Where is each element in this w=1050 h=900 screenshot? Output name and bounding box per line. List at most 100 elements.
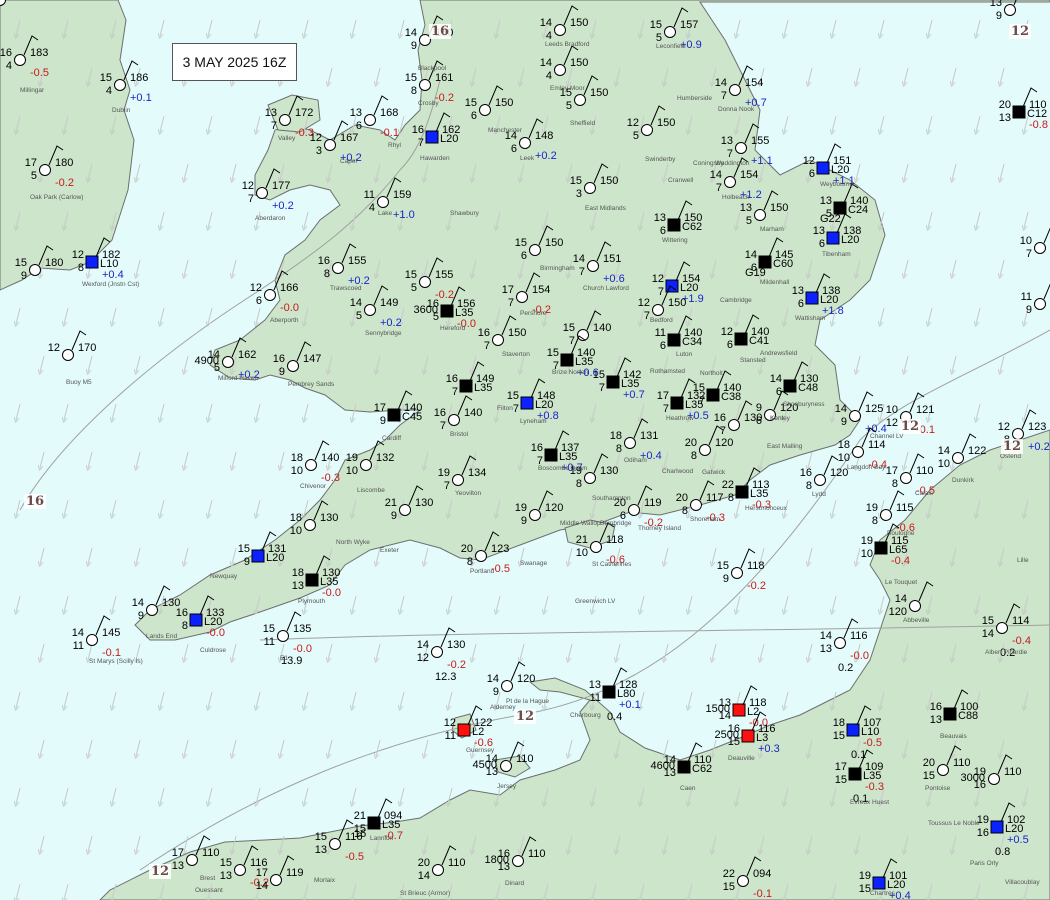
station-symbol <box>425 130 439 144</box>
place-name: Deauville <box>728 755 755 762</box>
pressure: 155 <box>751 135 769 147</box>
temperature: 13 <box>721 135 733 147</box>
pressure: 180 <box>45 257 63 269</box>
station-symbol <box>39 164 51 176</box>
temperature: 15 <box>15 257 27 269</box>
pressure: 130 <box>600 465 618 477</box>
temperature: 20 <box>999 99 1011 111</box>
place-name: Paris Orly <box>970 860 999 867</box>
isobar-label: 16 <box>431 24 449 39</box>
pressure: 147 <box>303 353 321 365</box>
temperature: 12 <box>310 132 322 144</box>
temperature: 17 <box>835 761 847 773</box>
temperature: 19 <box>859 870 871 882</box>
station-symbol <box>952 452 964 464</box>
dewpoint: 4 <box>546 70 552 82</box>
pressure: 117 <box>706 492 724 504</box>
temperature: 20 <box>676 492 688 504</box>
place-name: Cherbourg <box>570 712 601 719</box>
extra-value: 12.3 <box>435 671 456 683</box>
station-symbol <box>735 485 749 499</box>
station-symbol <box>329 838 341 850</box>
place-name: Millingar <box>20 87 45 94</box>
temperature: 16 <box>446 373 458 385</box>
station-symbol <box>270 874 282 886</box>
dewpoint: 11 <box>445 730 456 742</box>
dewpoint: 4 <box>369 202 375 214</box>
station-symbol <box>305 459 317 471</box>
station-symbol <box>501 680 513 692</box>
place-name: Lyneham <box>520 418 547 425</box>
isobar-label: 12 <box>1003 439 1021 454</box>
dewpoint: 3 <box>576 188 582 200</box>
place-name: Ouessant <box>195 887 223 894</box>
station-symbol <box>754 209 766 221</box>
pressure-tendency: -0.0 <box>850 650 869 662</box>
pressure: 155 <box>348 255 366 267</box>
temperature: 14 <box>540 17 552 29</box>
visibility: 3600 <box>414 304 438 316</box>
place-name: Rothamsted <box>650 368 685 375</box>
dewpoint: 9 <box>244 556 250 568</box>
pressure: 168 <box>380 107 398 119</box>
dewpoint: 10 <box>861 548 873 560</box>
temperature: 12 <box>72 249 84 261</box>
dewpoint: 9 <box>841 416 847 428</box>
isobar-label: 12 <box>1011 24 1029 39</box>
temperature: 15 <box>563 322 575 334</box>
temperature: 17 <box>502 284 514 296</box>
pressure-tendency: -0.8 <box>1029 119 1048 131</box>
dewpoint: 9 <box>1026 304 1032 316</box>
temperature: 14 <box>710 169 722 181</box>
station-symbol <box>399 504 411 516</box>
place-name: Yeovilton <box>455 490 482 497</box>
pressure-tendency: -0.2 <box>747 580 766 592</box>
pressure-tendency: -0.0 <box>280 302 299 314</box>
station-symbol <box>943 707 957 721</box>
extra-value: 0.8 <box>995 846 1010 858</box>
place-name: Middle Wallop <box>560 520 601 527</box>
pressure: 154 <box>532 284 550 296</box>
place-name: Langdon Bay <box>847 464 886 471</box>
station-symbol <box>304 519 316 531</box>
pressure: 130 <box>415 497 433 509</box>
place-name: Emley Moor <box>550 85 586 92</box>
pressure: 122 <box>968 445 986 457</box>
place-name: Sheffield <box>570 120 596 127</box>
cloud-group: C41 <box>749 335 769 347</box>
dewpoint: 6 <box>256 295 262 307</box>
temperature: 14 <box>770 373 782 385</box>
station-symbol <box>602 685 616 699</box>
station-symbol <box>667 218 681 232</box>
pressure-tendency: -0.3 <box>865 781 884 793</box>
dewpoint: 6 <box>809 168 815 180</box>
place-name: Wattisham <box>795 315 825 322</box>
temperature: 20 <box>923 757 935 769</box>
station-symbol <box>189 613 203 627</box>
dewpoint: 7 <box>599 382 605 394</box>
temperature: 15 <box>100 72 112 84</box>
dewpoint: 7 <box>508 297 514 309</box>
pressure-tendency: +0.6 <box>603 273 625 285</box>
dewpoint: 15 <box>833 730 845 742</box>
place-name: Brest <box>200 875 215 882</box>
station-symbol <box>419 276 431 288</box>
pressure: 162 <box>238 349 256 361</box>
dewpoint: 9 <box>138 610 144 622</box>
dewpoint: 13 <box>315 844 327 856</box>
map-title: 3 MAY 2025 16Z <box>172 43 297 81</box>
place-name: Holbeach <box>722 194 750 201</box>
dewpoint: 5 <box>566 100 572 112</box>
station-symbol <box>440 304 454 318</box>
temperature: 16 <box>412 124 424 136</box>
place-name: Heathrow <box>666 415 694 422</box>
temperature: 19 <box>861 535 873 547</box>
place-name: Staverton <box>502 351 530 358</box>
temperature: 15 <box>465 97 477 109</box>
station-symbol <box>256 187 268 199</box>
pressure-tendency: -0.5 <box>345 851 364 863</box>
place-name: Morlaix <box>314 877 336 884</box>
cloud-group: C88 <box>958 710 978 722</box>
station-symbol <box>846 723 860 737</box>
station-symbol <box>1012 428 1024 440</box>
